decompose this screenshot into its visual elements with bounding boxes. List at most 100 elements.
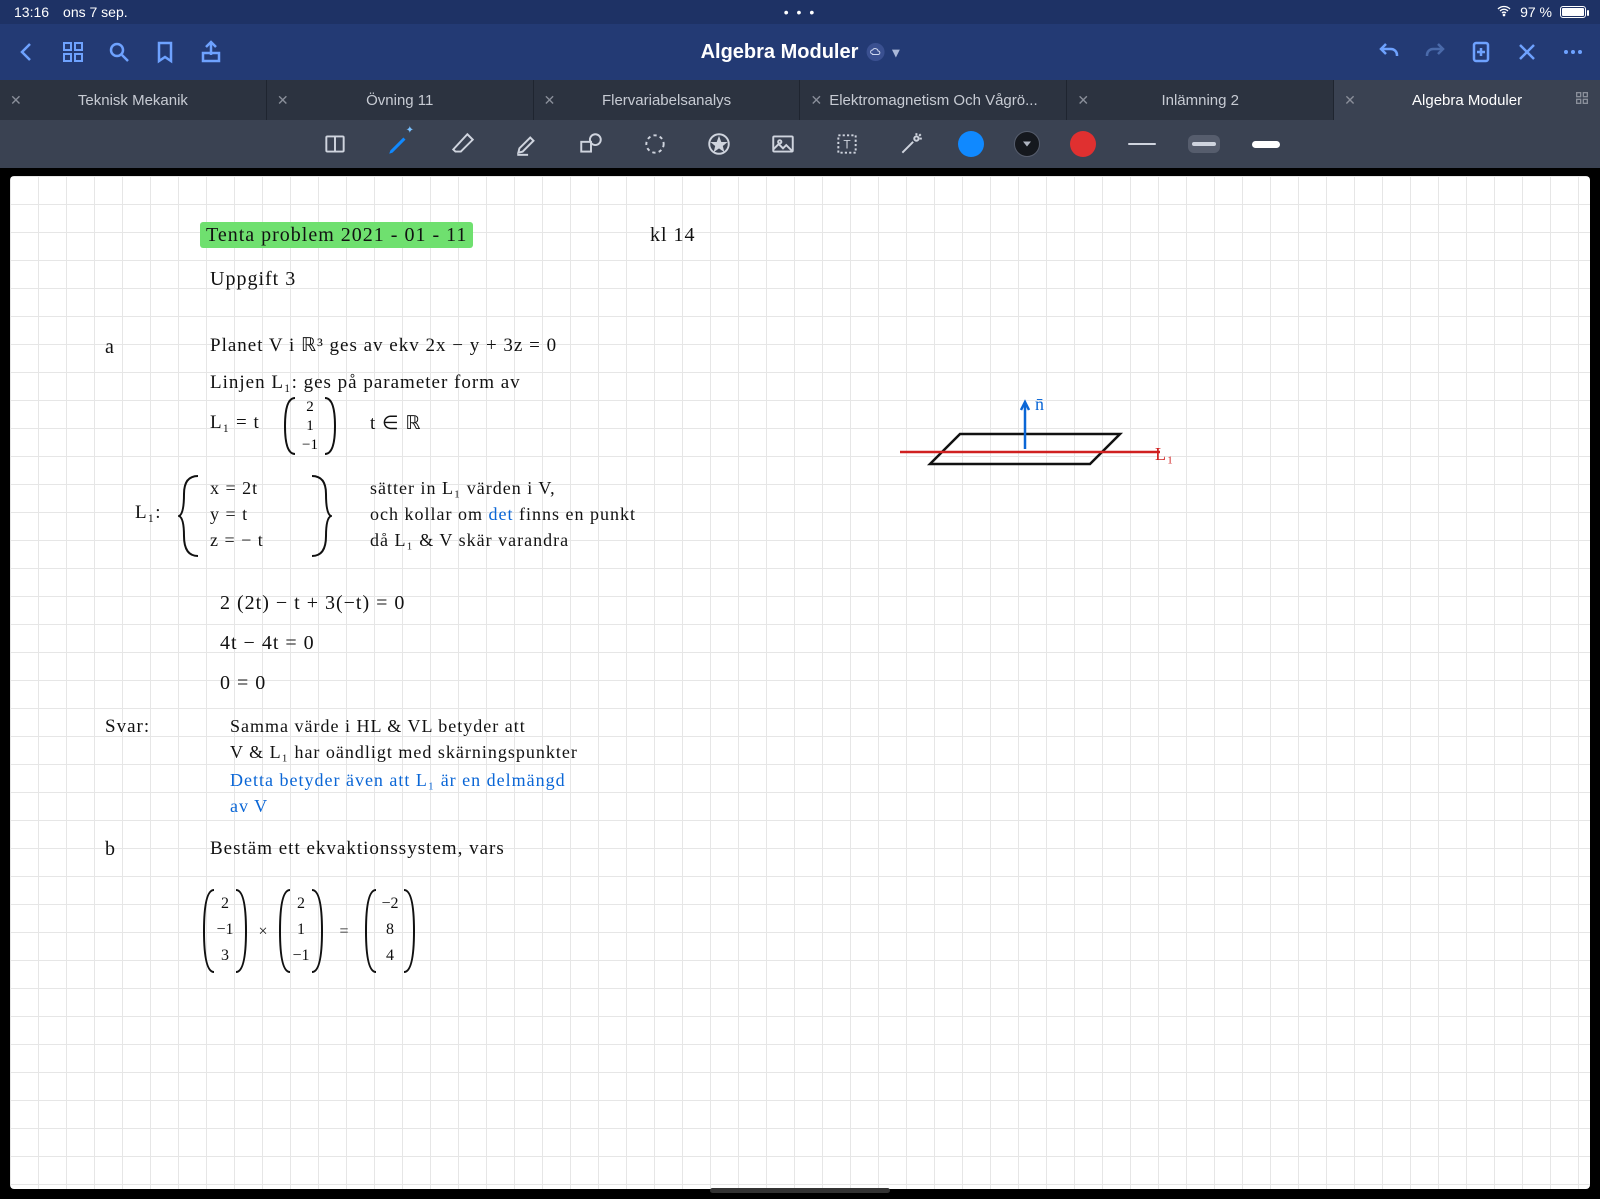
note-line: 0 = 0 [220,672,266,695]
readonly-tool[interactable] [318,127,352,161]
laser-tool[interactable] [894,127,928,161]
diagram-label-l1: L₁ [1155,444,1174,465]
text-tool[interactable]: T [830,127,864,161]
status-date: ons 7 sep. [63,4,128,20]
tab-label: Övning 11 [366,92,433,109]
tab-elektromagnetism[interactable]: ✕ Elektromagnetism Och Vågrö... [799,80,1066,120]
tab-teknisk-mekanik[interactable]: ✕ Teknisk Mekanik [0,80,266,120]
svg-text:−1: −1 [302,437,318,453]
tab-ovning-11[interactable]: ✕ Övning 11 [266,80,533,120]
tab-flervariabelsanalys[interactable]: ✕ Flervariabelsanalys [533,80,800,120]
diagram-label-n: n̄ [1035,394,1045,415]
note-line: L₁: [135,502,162,524]
note-line: x = 2t [210,478,258,499]
note-line: Planet V i ℝ³ ges av ekv 2x − y + 3z = 0 [210,334,557,357]
note-line: 2 (2t) − t + 3(−t) = 0 [220,592,405,615]
note-title: Tenta problem 2021 - 01 - 11 [200,224,473,247]
label-b: b [105,838,116,861]
note-title-time: kl 14 [650,224,696,247]
note-line: Samma värde i HL & VL betyder att [230,716,526,737]
tab-close-icon[interactable]: ✕ [277,92,289,109]
status-time: 13:16 [14,4,49,20]
color-red[interactable] [1070,131,1096,157]
note-line: t ∈ ℝ [370,412,421,435]
tab-close-icon[interactable]: ✕ [810,92,822,109]
note-line: V & L₁ har oändligt med skärningspunkter [230,742,578,763]
document-title[interactable]: Algebra Moduler ▾ [701,41,900,64]
tab-label: Flervariabelsanalys [602,92,731,109]
note-uppgift: Uppgift 3 [210,268,296,291]
note-line: Detta betyder även att L₁ är en delmängd [230,770,566,791]
tab-close-icon[interactable]: ✕ [1077,92,1089,109]
favorites-tool[interactable] [702,127,736,161]
note-line: Bestäm ett ekvaktionssystem, vars [210,838,505,860]
stroke-medium[interactable] [1188,135,1220,153]
svg-text:3: 3 [221,947,229,964]
stroke-thick[interactable] [1250,135,1282,153]
tab-label: Teknisk Mekanik [78,92,188,109]
color-picker[interactable] [1014,131,1040,157]
image-tool[interactable] [766,127,800,161]
svg-text:8: 8 [386,921,394,938]
cross-product: 2−13 × 21−1 = −284 [200,886,450,976]
tab-label: Elektromagnetism Och Vågrö... [829,92,1037,109]
svg-text:2: 2 [306,399,314,415]
note-line: sätter in L₁ värden i V, [370,478,556,499]
svg-text:4: 4 [386,947,394,964]
undo-button[interactable] [1376,39,1402,65]
tab-inlamning-2[interactable]: ✕ Inlämning 2 [1066,80,1333,120]
note-line: Linjen L₁: ges på parameter form av [210,372,521,394]
shapes-tool[interactable] [574,127,608,161]
brace [306,474,332,558]
note-line: av V [230,796,268,817]
brace [178,474,204,558]
svg-text:1: 1 [306,418,314,434]
label-a: a [105,336,115,359]
document-title-text: Algebra Moduler [701,41,859,64]
close-button[interactable] [1514,39,1540,65]
svg-text:−1: −1 [216,921,233,938]
tab-overview-icon[interactable] [1574,90,1590,110]
tab-close-icon[interactable]: ✕ [10,92,22,109]
vector-bracket: 2 1 −1 [280,394,340,458]
tab-close-icon[interactable]: ✕ [544,92,556,109]
svg-text:×: × [258,923,267,940]
svg-text:T: T [843,137,850,151]
multitask-dots[interactable]: • • • [784,4,816,20]
search-button[interactable] [106,39,132,65]
note-page[interactable]: Tenta problem 2021 - 01 - 11 kl 14 Uppgi… [10,176,1590,1189]
color-blue[interactable] [958,131,984,157]
stroke-thin[interactable] [1126,135,1158,153]
wifi-icon [1496,3,1512,22]
more-button[interactable] [1560,39,1586,65]
eraser-tool[interactable] [446,127,480,161]
tab-label: Inlämning 2 [1161,92,1239,109]
sync-status-icon [866,43,884,61]
chevron-down-icon: ▾ [892,44,899,61]
add-page-button[interactable] [1468,39,1494,65]
note-line: y = t [210,504,248,525]
svg-text:−1: −1 [292,947,309,964]
svg-text:2: 2 [297,895,305,912]
library-grid-button[interactable] [60,39,86,65]
tab-label: Algebra Moduler [1412,92,1522,109]
note-line: L₁ = t [210,412,260,434]
home-indicator[interactable] [710,1188,890,1193]
note-line: då L₁ & V skär varandra [370,530,569,551]
tab-algebra-moduler[interactable]: ✕ Algebra Moduler [1333,80,1600,120]
label-svar: Svar: [105,716,150,738]
lasso-tool[interactable] [638,127,672,161]
back-button[interactable] [14,39,40,65]
pen-tool[interactable] [382,127,416,161]
bookmark-button[interactable] [152,39,178,65]
svg-text:2: 2 [221,895,229,912]
note-line: 4t − 4t = 0 [220,632,315,655]
highlighter-tool[interactable] [510,127,544,161]
note-line: och kollar om det finns en punkt [370,504,636,525]
tab-close-icon[interactable]: ✕ [1344,92,1356,109]
battery-pct: 97 % [1520,4,1552,20]
battery-icon [1560,6,1586,18]
share-button[interactable] [198,39,224,65]
redo-button[interactable] [1422,39,1448,65]
svg-text:=: = [339,923,348,940]
